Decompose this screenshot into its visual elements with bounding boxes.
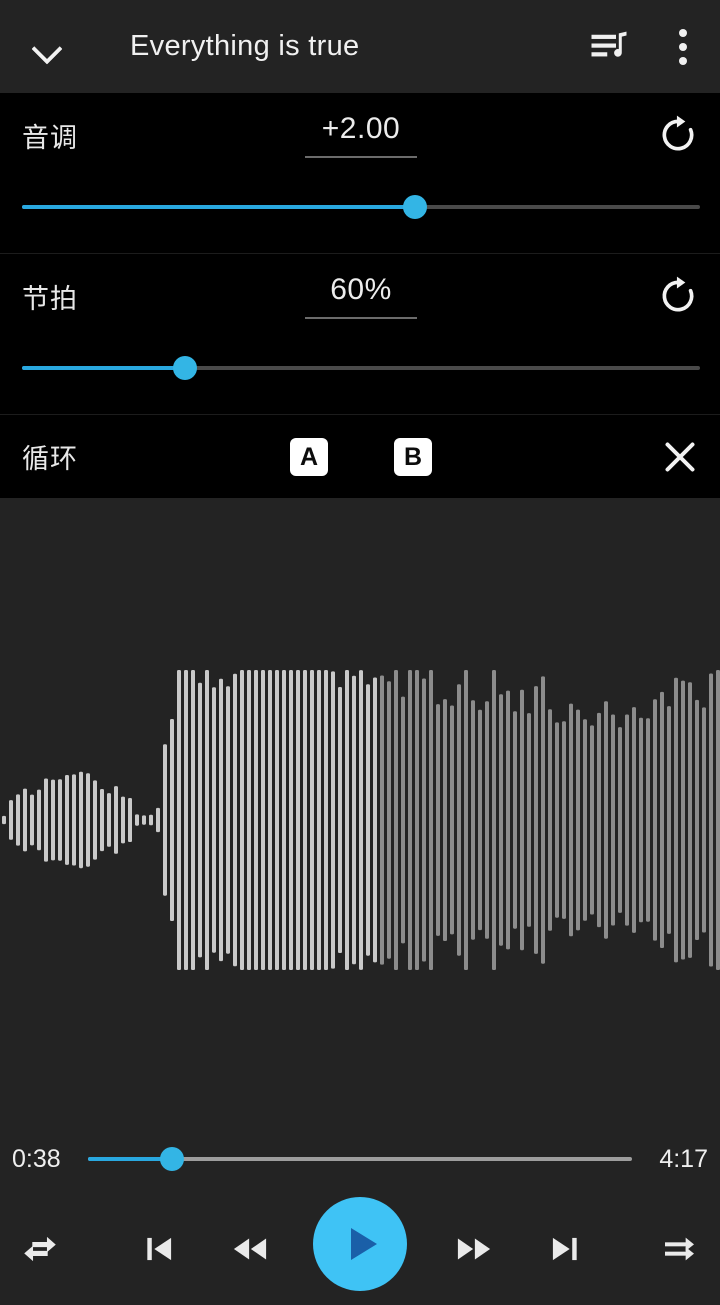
pitch-reset-button[interactable] — [650, 107, 706, 163]
tempo-reset-button[interactable] — [650, 268, 706, 324]
close-icon — [660, 437, 700, 477]
seek-slider-thumb[interactable] — [159, 1147, 184, 1171]
tempo-slider-thumb[interactable] — [172, 356, 197, 380]
next-track-button[interactable] — [532, 1217, 596, 1281]
collapse-button[interactable] — [0, 0, 92, 93]
seek-slider[interactable] — [88, 1144, 632, 1174]
tempo-slider-fill — [22, 366, 185, 370]
queue-button[interactable] — [572, 0, 646, 93]
loop-label: 循环 — [22, 444, 78, 474]
tempo-label: 节拍 — [22, 283, 78, 314]
chevron-down-icon — [29, 30, 63, 64]
overflow-menu-button[interactable] — [646, 0, 720, 93]
loop-control-panel: 循环 A B — [0, 415, 720, 498]
shuffle-button[interactable] — [648, 1217, 712, 1281]
waveform-display[interactable] — [0, 498, 720, 1123]
rewind-icon — [229, 1228, 271, 1270]
tempo-value: 60% — [330, 273, 392, 306]
pitch-row-header: 音调 +2.00 — [0, 93, 720, 177]
page-title: Everything is true — [130, 30, 360, 62]
loop-close-button[interactable] — [656, 435, 704, 479]
loop-point-a-button[interactable]: A — [290, 438, 328, 476]
shuffle-icon — [660, 1229, 700, 1269]
pitch-value-field[interactable]: +2.00 — [305, 112, 417, 158]
skip-next-icon — [545, 1230, 583, 1268]
pitch-slider-thumb[interactable] — [403, 195, 428, 219]
fast-forward-icon — [453, 1228, 495, 1270]
total-time-label: 4:17 — [659, 1144, 708, 1173]
current-time-label: 0:38 — [12, 1144, 61, 1173]
previous-track-button[interactable] — [128, 1217, 192, 1281]
waveform-canvas[interactable] — [0, 498, 720, 1123]
loop-point-b-button[interactable]: B — [394, 438, 432, 476]
playlist-queue-icon — [588, 26, 630, 68]
pitch-control-panel: 音调 +2.00 — [0, 93, 720, 253]
pitch-label: 音调 — [22, 122, 78, 153]
play-pause-button[interactable] — [313, 1197, 407, 1291]
pitch-slider[interactable] — [22, 189, 700, 225]
overflow-menu-icon — [679, 27, 687, 67]
music-player-screen: Everything is true 音调 +2.00 节拍 60% 循环 A … — [0, 0, 720, 1305]
repeat-icon — [18, 1227, 62, 1271]
skip-previous-icon — [141, 1230, 179, 1268]
reset-icon — [657, 275, 699, 317]
rewind-button[interactable] — [218, 1217, 282, 1281]
loop-row: 循环 A B — [0, 415, 720, 498]
fast-forward-button[interactable] — [442, 1217, 506, 1281]
tempo-slider[interactable] — [22, 350, 700, 386]
pitch-slider-fill — [22, 205, 416, 209]
play-icon — [350, 1228, 377, 1260]
tempo-control-panel: 节拍 60% — [0, 254, 720, 414]
pitch-value: +2.00 — [321, 112, 401, 145]
tempo-value-field[interactable]: 60% — [305, 273, 417, 319]
top-app-bar: Everything is true — [0, 0, 720, 93]
repeat-button[interactable] — [8, 1217, 72, 1281]
tempo-row-header: 节拍 60% — [0, 254, 720, 338]
seek-bar: 0:38 4:17 — [0, 1123, 720, 1195]
reset-icon — [657, 114, 699, 156]
